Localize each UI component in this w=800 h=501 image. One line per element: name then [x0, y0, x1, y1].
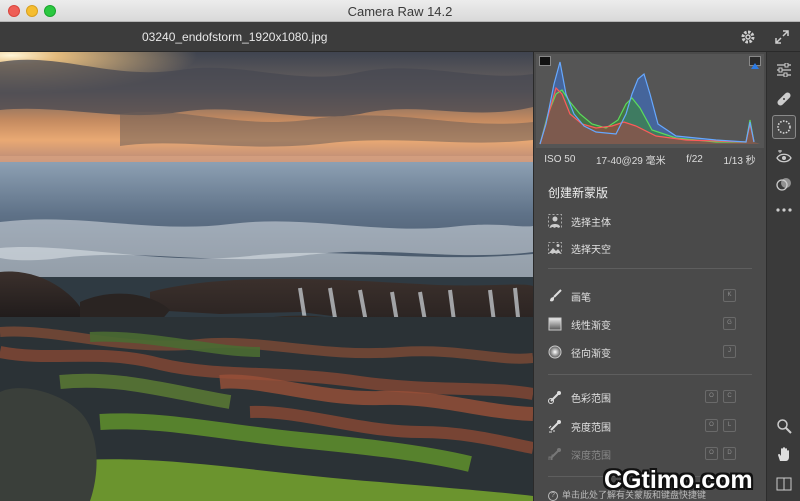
tool-rail: [766, 52, 800, 501]
radial-gradient-icon: [547, 344, 563, 360]
top-toolbar: 03240_endofstorm_1920x1080.jpg: [0, 22, 800, 52]
luminance-range-key-1: O: [705, 419, 718, 432]
watermark-text: CGtimo.com: [604, 466, 753, 494]
divider: [548, 268, 752, 269]
fullscreen-toggle-icon[interactable]: [771, 26, 793, 48]
file-name: 03240_endofstorm_1920x1080.jpg: [142, 30, 328, 44]
compare-view-icon[interactable]: [772, 472, 796, 496]
linear-gradient-icon: [547, 316, 563, 332]
image-preview[interactable]: [0, 52, 533, 501]
radial-gradient-label: 径向渐变: [571, 348, 611, 360]
create-mask-header: 创建新蒙版: [548, 186, 609, 200]
window-title: Camera Raw 14.2: [347, 4, 453, 19]
presets-icon[interactable]: [772, 172, 796, 196]
linear-gradient-item[interactable]: 线性渐变 G: [534, 314, 766, 334]
color-range-icon: [547, 389, 563, 405]
depth-range-key-1: O: [705, 447, 718, 460]
brush-label: 画笔: [571, 292, 591, 304]
healing-bandage-icon[interactable]: [772, 87, 796, 111]
color-range-item[interactable]: 色彩范围 O C: [534, 387, 766, 407]
hand-pan-icon[interactable]: [772, 442, 796, 466]
linear-gradient-shortcut-key: G: [723, 317, 736, 330]
select-subject-label: 选择主体: [571, 217, 611, 229]
masking-panel: ISO 50 17-40@29 毫米 f/22 1/13 秒 创建新蒙版 选择主…: [534, 52, 766, 501]
select-sky-label: 选择天空: [571, 244, 611, 256]
brush-shortcut-key: K: [723, 289, 736, 302]
iso-value: ISO 50: [544, 153, 576, 165]
help-icon: ?: [548, 490, 558, 501]
color-range-key-2: C: [723, 390, 736, 403]
lens-value: 17-40@29 毫米: [595, 155, 666, 167]
radial-gradient-item[interactable]: 径向渐变 J: [534, 342, 766, 362]
shutter-value: 1/13 秒: [723, 155, 756, 167]
luminance-range-item[interactable]: 亮度范围 O L: [534, 416, 766, 436]
histogram: [536, 54, 764, 148]
color-range-label: 色彩范围: [571, 393, 611, 405]
masking-tool-icon[interactable]: [772, 115, 796, 139]
sky-icon: [547, 240, 563, 256]
subject-icon: [547, 213, 563, 229]
more-options-icon[interactable]: [772, 198, 796, 222]
depth-range-label: 深度范围: [571, 450, 611, 462]
aperture-value: f/22: [686, 153, 703, 165]
brush-icon: [547, 288, 563, 304]
settings-gear-icon[interactable]: [737, 26, 759, 48]
brush-tool-item[interactable]: 画笔 K: [534, 286, 766, 306]
divider: [548, 374, 752, 375]
window-titlebar: Camera Raw 14.2: [0, 0, 800, 22]
depth-range-icon: [547, 446, 563, 462]
edit-sliders-icon[interactable]: [772, 58, 796, 82]
luminance-range-label: 亮度范围: [571, 422, 611, 434]
zoom-icon[interactable]: [772, 414, 796, 438]
luminance-range-key-2: L: [723, 419, 736, 432]
histogram-graph: [539, 61, 760, 145]
luminance-range-icon: [547, 418, 563, 434]
red-eye-icon[interactable]: [772, 145, 796, 169]
select-subject-item[interactable]: 选择主体: [534, 211, 766, 231]
linear-gradient-label: 线性渐变: [571, 320, 611, 332]
depth-range-key-2: D: [723, 447, 736, 460]
radial-gradient-shortcut-key: J: [723, 345, 736, 358]
select-sky-item[interactable]: 选择天空: [534, 238, 766, 258]
depth-range-item[interactable]: 深度范围 O D: [534, 444, 766, 464]
color-range-key-1: O: [705, 390, 718, 403]
exif-info-bar: ISO 50 17-40@29 毫米 f/22 1/13 秒: [534, 150, 766, 168]
